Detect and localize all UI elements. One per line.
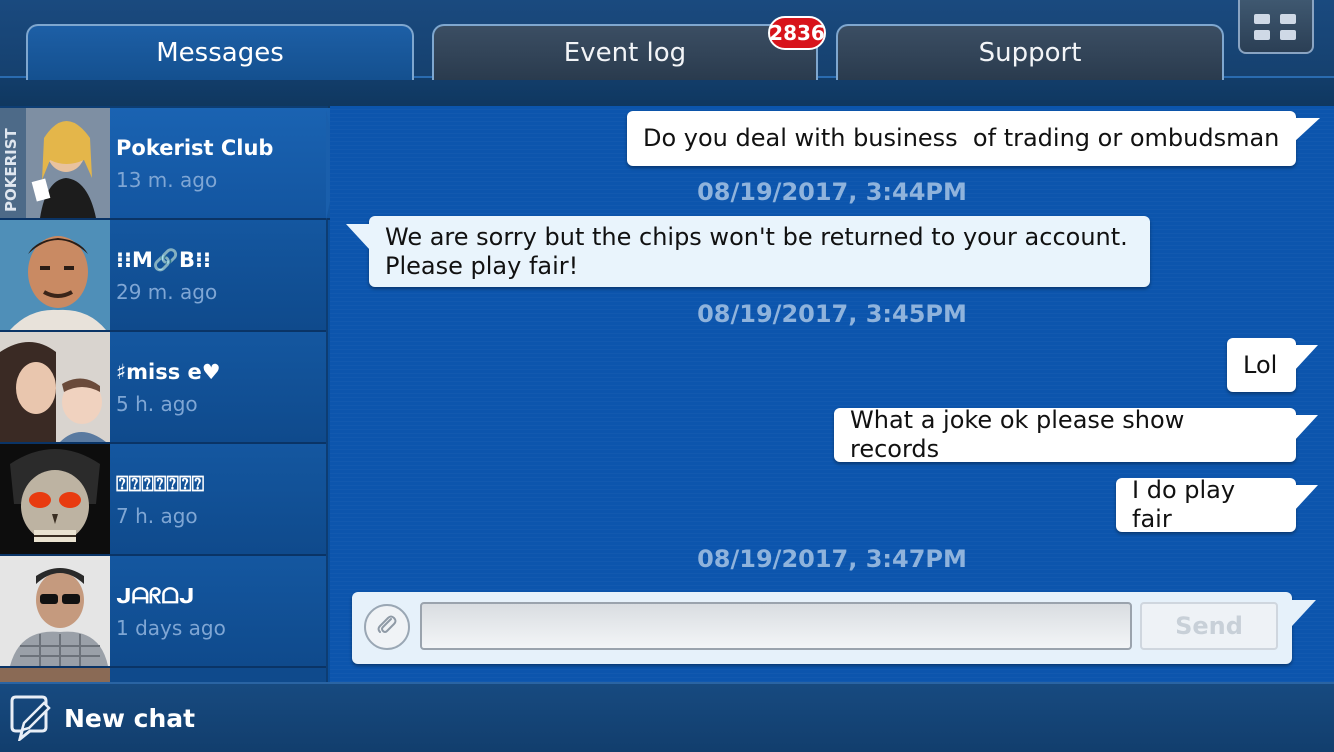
contact-name: ᒍᗩᖇᗝᒍ <box>116 584 195 608</box>
bubble-tail <box>1294 345 1318 371</box>
event-log-count-badge: 2836 <box>768 16 826 50</box>
avatar <box>0 444 110 554</box>
message-text-line: We are sorry but the chips won't be retu… <box>385 222 1128 251</box>
bottom-bar: New chat <box>0 682 1334 752</box>
bubble-tail <box>1294 118 1320 142</box>
message-text: What a joke ok please show records <box>850 406 1185 463</box>
avatar <box>0 332 110 442</box>
tab-support-label: Support <box>978 38 1082 68</box>
message-timestamp: 08/19/2017, 3:44PM <box>697 178 967 206</box>
message-bubble-incoming: We are sorry but the chips won't be retu… <box>369 216 1150 287</box>
message-timestamp: 08/19/2017, 3:47PM <box>697 545 967 573</box>
tab-event-log[interactable]: Event log <box>432 24 818 80</box>
contact-name: ⍰⍰⍰⍰⍰⍰⍰ <box>116 472 205 496</box>
message-text: Lol <box>1243 350 1278 379</box>
contact-name: ⁝⁝M🔗B⁝⁝ <box>116 248 211 272</box>
contact-time: 29 m. ago <box>116 280 218 304</box>
bubble-tail <box>1294 485 1318 511</box>
compose-icon <box>8 691 54 745</box>
contact-item[interactable]: ♯miss e♥ 5 h. ago <box>0 332 326 444</box>
tab-event-log-label: Event log <box>563 38 687 68</box>
send-button-label: Send <box>1175 612 1243 640</box>
grid-menu-button[interactable] <box>1238 0 1314 54</box>
message-input[interactable] <box>420 602 1132 650</box>
message-text: I do play fair <box>1132 476 1236 533</box>
contact-item-partial <box>0 668 326 682</box>
avatar-brand-text: POKERIST <box>2 127 20 212</box>
contact-item[interactable]: ⍰⍰⍰⍰⍰⍰⍰ 7 h. ago <box>0 444 326 556</box>
contact-time: 1 days ago <box>116 616 226 640</box>
contact-pokerist-club[interactable]: POKERIST Pokerist Club 13 m. ago <box>0 108 330 220</box>
message-bubble-outgoing: I do play fair <box>1116 476 1296 533</box>
avatar: POKERIST <box>0 108 110 218</box>
message-bubble-outgoing: Do you deal with business of trading or … <box>627 111 1296 166</box>
attach-button[interactable] <box>364 604 410 650</box>
contact-time: 5 h. ago <box>116 392 198 416</box>
message-text: Do you deal with business of trading or … <box>643 124 1280 152</box>
contact-time: 7 h. ago <box>116 504 198 528</box>
new-chat-label: New chat <box>64 703 196 733</box>
contact-item[interactable]: ⁝⁝M🔗B⁝⁝ 29 m. ago <box>0 220 326 332</box>
tab-messages[interactable]: Messages <box>26 24 414 80</box>
new-chat-button[interactable]: New chat <box>8 690 195 746</box>
tab-support[interactable]: Support <box>836 24 1224 80</box>
paperclip-icon <box>374 612 400 642</box>
avatar <box>0 668 110 682</box>
message-timestamp: 08/19/2017, 3:45PM <box>697 300 967 328</box>
contact-name: Pokerist Club <box>116 136 274 160</box>
message-composer: Send <box>352 592 1292 664</box>
avatar <box>0 556 110 666</box>
message-bubble-outgoing: Lol <box>1227 338 1296 392</box>
avatar <box>0 220 110 330</box>
composer-tail <box>1292 600 1316 626</box>
contact-name: ♯miss e♥ <box>116 360 221 384</box>
message-text-line: Please play fair! <box>385 251 579 280</box>
message-bubble-outgoing: What a joke ok please show records <box>834 406 1296 463</box>
bubble-tail <box>1294 415 1318 441</box>
contact-item[interactable]: ᒍᗩᖇᗝᒍ 1 days ago <box>0 556 326 668</box>
send-button[interactable]: Send <box>1140 602 1278 650</box>
tab-messages-label: Messages <box>156 38 284 68</box>
contact-time: 13 m. ago <box>116 168 218 192</box>
bubble-tail <box>346 224 370 250</box>
tab-bar-rule <box>0 76 1334 108</box>
